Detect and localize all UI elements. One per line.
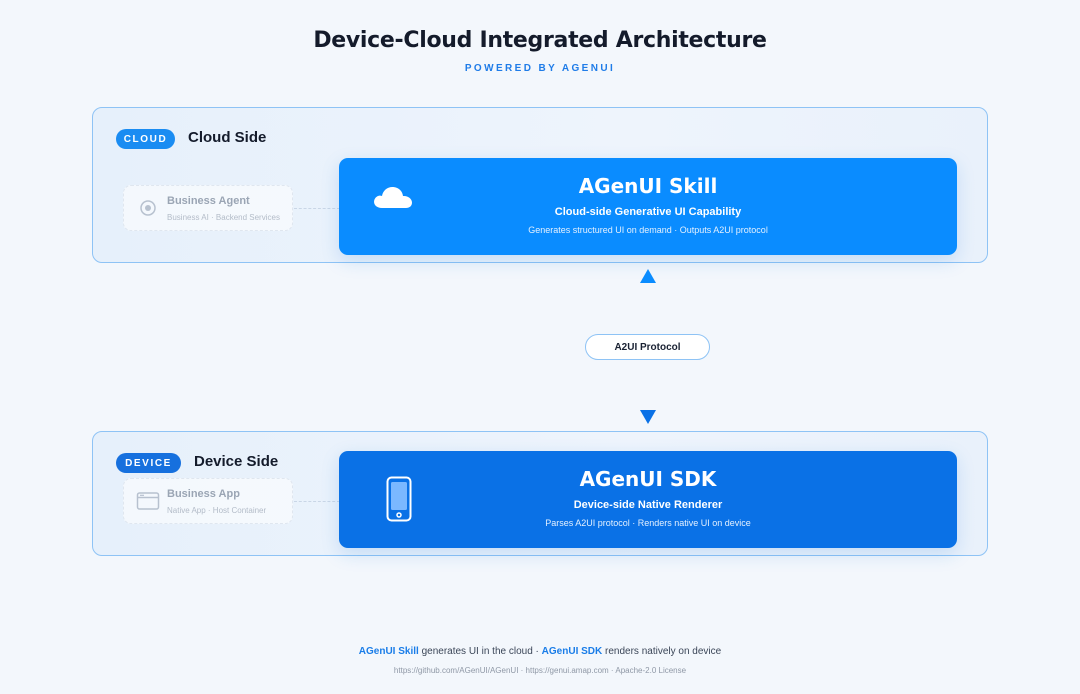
cloud-side-title: Cloud Side (188, 129, 267, 146)
app-connector (294, 501, 340, 502)
device-side-title: Device Side (194, 453, 279, 470)
browser-window-icon (136, 492, 160, 510)
footer-separator: · (535, 646, 539, 657)
arrow-up-icon (640, 269, 656, 283)
business-app-desc: Native App · Host Container (167, 506, 267, 515)
skill-subtitle: Cloud-side Generative UI Capability (554, 206, 742, 218)
sdk-subtitle: Device-side Native Renderer (573, 499, 723, 511)
footer-skill-label: AGenUI Skill (358, 646, 419, 657)
business-agent-desc: Business AI · Backend Services (167, 213, 280, 222)
business-agent-title: Business Agent (167, 195, 250, 207)
sdk-title: AGenUI SDK (579, 467, 717, 491)
footer-summary: AGenUI Skill generates UI in the cloud ·… (0, 646, 1080, 657)
cloud-badge: CLOUD (116, 129, 175, 149)
agenui-sdk-card: AGenUI SDK Device-side Native Renderer P… (339, 451, 957, 548)
footer-skill-text: generates UI in the cloud (421, 646, 533, 657)
footer-sdk-label: AGenUI SDK (541, 646, 603, 657)
device-badge: DEVICE (116, 453, 181, 473)
footer-sdk-text: renders natively on device (605, 646, 722, 657)
diagram-subtitle: POWERED BY AGENUI (464, 63, 616, 74)
diagram-title: Device-Cloud Integrated Architecture (313, 28, 767, 53)
business-app-title: Business App (167, 488, 240, 500)
sdk-desc: Parses A2UI protocol · Renders native UI… (545, 518, 751, 528)
a2ui-protocol-label: A2UI Protocol (585, 334, 710, 360)
arrow-down-icon (640, 410, 656, 424)
agent-connector (294, 208, 340, 209)
skill-desc: Generates structured UI on demand · Outp… (528, 225, 768, 235)
footer-links: https://github.com/AGenUI/AGenUI · https… (393, 666, 687, 675)
business-agent-card: Business Agent Business AI · Backend Ser… (123, 185, 293, 231)
skill-title: AGenUI Skill (578, 174, 718, 198)
agenui-skill-card: AGenUI Skill Cloud-side Generative UI Ca… (339, 158, 957, 255)
target-icon (140, 200, 156, 216)
business-app-card: Business App Native App · Host Container (123, 478, 293, 524)
